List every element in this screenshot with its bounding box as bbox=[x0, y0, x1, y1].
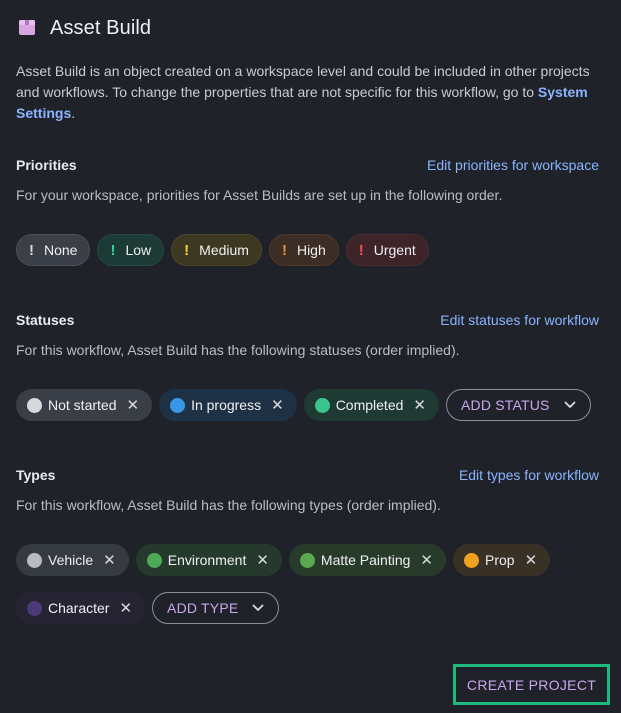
color-dot-icon bbox=[170, 397, 186, 413]
asset-build-panel: Asset Build Asset Build is an object cre… bbox=[0, 0, 621, 713]
color-dot-icon bbox=[27, 552, 42, 568]
edit-statuses-link[interactable]: Edit statuses for workflow bbox=[440, 312, 599, 328]
statuses-title: Statuses bbox=[16, 312, 75, 328]
type-chip-label: Matte Painting bbox=[320, 552, 411, 568]
type-chip-character[interactable]: Character ✕ bbox=[16, 592, 146, 624]
edit-priorities-link[interactable]: Edit priorities for workspace bbox=[427, 157, 599, 173]
exclamation-icon: ! bbox=[358, 241, 364, 259]
priority-chip-label: None bbox=[44, 242, 78, 258]
priority-chip-high[interactable]: ! High bbox=[268, 234, 339, 266]
color-dot-icon bbox=[299, 552, 315, 568]
remove-icon[interactable]: ✕ bbox=[256, 553, 269, 568]
add-status-button[interactable]: ADD STATUS bbox=[445, 389, 591, 421]
package-box-icon bbox=[18, 18, 38, 38]
type-chip-matte-painting[interactable]: Matte Painting ✕ bbox=[288, 544, 446, 576]
chevron-down-icon bbox=[564, 401, 576, 409]
priority-chip-none[interactable]: ! None bbox=[16, 234, 91, 266]
status-chip-list: Not started ✕ In progress ✕ Completed ✕ ADD ST… bbox=[16, 389, 591, 421]
type-chip-list-row2: Character ✕ ADD TYPE bbox=[16, 592, 280, 624]
status-chip-not-started[interactable]: Not started ✕ bbox=[16, 389, 153, 421]
exclamation-icon: ! bbox=[184, 241, 190, 259]
color-dot-icon bbox=[27, 600, 42, 616]
create-project-button[interactable]: CREATE PROJECT bbox=[453, 664, 610, 705]
page-title: Asset Build bbox=[50, 16, 152, 39]
priority-chip-urgent[interactable]: ! Urgent bbox=[345, 234, 429, 266]
priorities-subtitle: For your workspace, priorities for Asset… bbox=[16, 187, 503, 203]
type-chip-vehicle[interactable]: Vehicle ✕ bbox=[16, 544, 129, 576]
type-chip-label: Character bbox=[48, 600, 110, 616]
color-dot-icon bbox=[314, 397, 330, 413]
remove-icon[interactable]: ✕ bbox=[413, 398, 426, 413]
priority-chip-label: High bbox=[296, 242, 326, 258]
panel-header: Asset Build bbox=[16, 14, 151, 42]
priority-chip-list: ! None! Low! Medium! High! Urgent bbox=[16, 234, 429, 266]
priority-chip-low[interactable]: ! Low bbox=[97, 234, 165, 266]
priority-chip-medium[interactable]: ! Medium bbox=[171, 234, 262, 266]
add-type-button-label: ADD TYPE bbox=[167, 600, 239, 616]
chevron-down-icon bbox=[252, 604, 264, 612]
type-chip-prop[interactable]: Prop ✕ bbox=[452, 544, 551, 576]
remove-icon[interactable]: ✕ bbox=[525, 553, 538, 568]
remove-icon[interactable]: ✕ bbox=[119, 601, 132, 616]
priority-chip-label: Medium bbox=[199, 242, 249, 258]
priority-chip-label: Urgent bbox=[373, 242, 416, 258]
color-dot-icon bbox=[463, 552, 479, 568]
remove-icon[interactable]: ✕ bbox=[126, 398, 139, 413]
status-chip-label: In progress bbox=[191, 397, 262, 413]
priority-chip-label: Low bbox=[125, 242, 152, 258]
exclamation-icon: ! bbox=[110, 241, 116, 259]
type-chip-environment[interactable]: Environment ✕ bbox=[135, 544, 282, 576]
types-subtitle: For this workflow, Asset Build has the f… bbox=[16, 497, 441, 513]
status-chip-label: Not started bbox=[48, 397, 117, 413]
description: Asset Build is an object created on a wo… bbox=[16, 63, 590, 121]
priorities-title: Priorities bbox=[16, 157, 77, 173]
exclamation-icon: ! bbox=[29, 241, 34, 259]
status-chip-label: Completed bbox=[335, 397, 404, 413]
exclamation-icon: ! bbox=[281, 241, 287, 259]
remove-icon[interactable]: ✕ bbox=[271, 398, 284, 413]
type-chip-list: Vehicle ✕ Environment ✕ Matte Painting ✕ Prop ✕ bbox=[16, 544, 551, 576]
type-chip-label: Vehicle bbox=[48, 552, 94, 568]
types-title: Types bbox=[16, 467, 56, 483]
statuses-subtitle: For this workflow, Asset Build has the f… bbox=[16, 342, 460, 358]
status-chip-completed[interactable]: Completed ✕ bbox=[303, 389, 439, 421]
color-dot-icon bbox=[27, 397, 42, 413]
type-chip-label: Prop bbox=[484, 552, 515, 568]
remove-icon[interactable]: ✕ bbox=[103, 553, 116, 568]
remove-icon[interactable]: ✕ bbox=[420, 553, 433, 568]
edit-types-link[interactable]: Edit types for workflow bbox=[459, 467, 599, 483]
type-chip-label: Environment bbox=[167, 552, 247, 568]
add-status-button-label: ADD STATUS bbox=[460, 397, 550, 413]
status-chip-in-progress[interactable]: In progress ✕ bbox=[159, 389, 297, 421]
color-dot-icon bbox=[146, 552, 162, 568]
add-type-button[interactable]: ADD TYPE bbox=[152, 592, 280, 624]
